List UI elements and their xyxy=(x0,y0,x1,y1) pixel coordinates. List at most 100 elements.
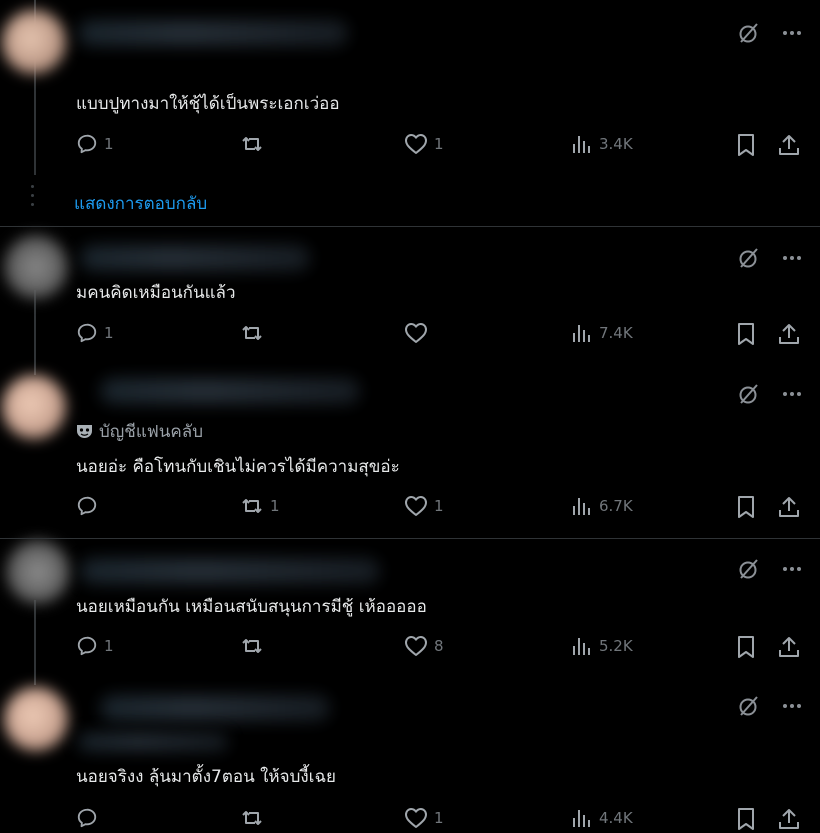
reply-bubble-icon xyxy=(76,495,98,517)
share-button[interactable] xyxy=(778,322,800,346)
repost-button[interactable] xyxy=(240,635,270,657)
more-dots-icon[interactable] xyxy=(782,30,802,36)
heart-icon xyxy=(404,635,428,657)
post-text: นอยจริงง ลุ้นมาตั้ง7ตอน ให้จบงี้เฉย xyxy=(76,767,337,787)
avatar[interactable] xyxy=(4,235,68,299)
views-bars-icon xyxy=(571,133,593,155)
post-action-bar: 1 1 6.7K xyxy=(0,495,820,521)
share-button[interactable] xyxy=(778,133,800,157)
reply-count: 1 xyxy=(104,324,114,342)
avatar[interactable] xyxy=(2,10,66,74)
like-button[interactable]: 8 xyxy=(404,635,444,657)
post-top-actions xyxy=(738,22,802,44)
reply-button[interactable]: 1 xyxy=(76,635,114,657)
like-button[interactable]: 1 xyxy=(404,807,444,829)
views-bars-icon xyxy=(571,807,593,829)
repost-count: 1 xyxy=(270,497,280,515)
like-button[interactable] xyxy=(404,322,434,344)
more-dots-icon[interactable] xyxy=(782,391,802,397)
avatar[interactable] xyxy=(4,687,68,751)
repost-icon xyxy=(240,635,264,657)
post-text: นอยเหมือนกัน เหมือนสนับสนุนการมีชู้ เห้อ… xyxy=(76,597,427,617)
post-text: นอยอ่ะ คือโทนกับเชินไม่ควรได้มีความสุขอ่… xyxy=(76,457,400,477)
repost-button[interactable]: 1 xyxy=(240,495,280,517)
account-type-blurred xyxy=(78,733,228,751)
view-count: 5.2K xyxy=(599,637,633,655)
post-text: แบบปูทางมาให้ชุ้ได้เป็นพระเอกเว่ออ xyxy=(76,94,340,114)
repost-icon xyxy=(240,133,264,155)
repost-icon xyxy=(240,807,264,829)
repost-button[interactable] xyxy=(240,322,270,344)
repost-icon xyxy=(240,495,264,517)
view-count: 6.7K xyxy=(599,497,633,515)
like-count: 1 xyxy=(434,497,444,515)
author-name-blurred xyxy=(80,558,380,584)
like-count: 8 xyxy=(434,637,444,655)
like-button[interactable]: 1 xyxy=(404,495,444,517)
mask-icon xyxy=(76,424,93,439)
reply-bubble-icon xyxy=(76,807,98,829)
slashed-circle-icon[interactable] xyxy=(738,383,760,405)
slashed-circle-icon[interactable] xyxy=(738,247,760,269)
slashed-circle-icon[interactable] xyxy=(738,22,760,44)
reply-bubble-icon xyxy=(76,133,98,155)
views-bars-icon xyxy=(571,635,593,657)
repost-button[interactable] xyxy=(240,807,270,829)
post-top-actions xyxy=(738,558,802,580)
reply-bubble-icon xyxy=(76,635,98,657)
repost-button[interactable] xyxy=(240,133,270,155)
views-button[interactable]: 5.2K xyxy=(571,635,633,657)
reply-button[interactable]: 1 xyxy=(76,322,114,344)
avatar[interactable] xyxy=(2,375,66,439)
reply-bubble-icon xyxy=(76,322,98,344)
share-button[interactable] xyxy=(778,495,800,519)
bookmark-button[interactable] xyxy=(736,635,756,659)
avatar[interactable] xyxy=(6,540,70,604)
slashed-circle-icon[interactable] xyxy=(738,695,760,717)
share-button[interactable] xyxy=(778,807,800,831)
heart-icon xyxy=(404,807,428,829)
author-name-blurred xyxy=(78,20,348,46)
share-upload-icon xyxy=(778,133,800,157)
divider xyxy=(0,226,820,227)
bookmark-button[interactable] xyxy=(736,133,756,157)
share-upload-icon xyxy=(778,807,800,831)
reply-button[interactable] xyxy=(76,495,104,517)
bookmark-icon xyxy=(736,133,756,157)
post-top-actions xyxy=(738,695,802,717)
bookmark-icon xyxy=(736,495,756,519)
views-bars-icon xyxy=(571,495,593,517)
view-count: 3.4K xyxy=(599,135,633,153)
share-button[interactable] xyxy=(778,635,800,659)
reply-button[interactable]: 1 xyxy=(76,133,114,155)
views-button[interactable]: 4.4K xyxy=(571,807,633,829)
more-dots-icon[interactable] xyxy=(782,566,802,572)
views-button[interactable]: 3.4K xyxy=(571,133,633,155)
post-top-actions xyxy=(738,383,802,405)
bookmark-icon xyxy=(736,322,756,346)
bookmark-button[interactable] xyxy=(736,807,756,831)
reply-post[interactable]: นอยเหมือนกัน เหมือนสนับสนุนการมีชู้ เห้อ… xyxy=(0,540,820,685)
heart-icon xyxy=(404,133,428,155)
heart-icon xyxy=(404,322,428,344)
bookmark-button[interactable] xyxy=(736,322,756,346)
views-button[interactable]: 6.7K xyxy=(571,495,633,517)
author-name-blurred xyxy=(100,695,330,721)
view-count: 7.4K xyxy=(599,324,633,342)
author-name-blurred xyxy=(80,245,310,271)
more-dots-icon[interactable] xyxy=(782,703,802,709)
like-button[interactable]: 1 xyxy=(404,133,444,155)
post-action-bar: 1 4.4K xyxy=(0,807,820,833)
bookmark-button[interactable] xyxy=(736,495,756,519)
reply-button[interactable] xyxy=(76,807,104,829)
heart-icon xyxy=(404,495,428,517)
slashed-circle-icon[interactable] xyxy=(738,558,760,580)
more-dots-icon[interactable] xyxy=(782,255,802,261)
post-action-bar: 1 8 5.2K xyxy=(0,635,820,661)
post-text: มคนคิดเหมือนกันแล้ว xyxy=(76,283,236,303)
bookmark-icon xyxy=(736,807,756,831)
show-replies-link[interactable]: แสดงการตอบกลับ xyxy=(74,190,207,217)
views-bars-icon xyxy=(571,322,593,344)
views-button[interactable]: 7.4K xyxy=(571,322,633,344)
post-action-bar: 1 7.4K xyxy=(0,322,820,348)
